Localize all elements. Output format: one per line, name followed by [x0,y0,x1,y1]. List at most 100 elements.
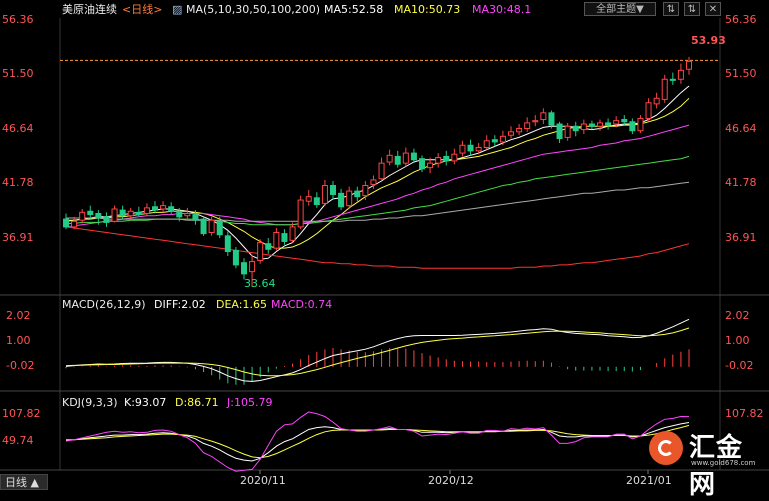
candle-body [483,140,490,148]
candle-body [281,233,288,242]
macd-tick-left: 1.00 [6,334,31,347]
candle-body [273,231,280,249]
ma-settings-icon[interactable]: ▨ [172,3,182,17]
candle-body [653,97,660,105]
low-price-label: 33.64 [244,277,276,290]
brand-logo: 汇金网 www.gold678.com [647,427,764,500]
candle-body [143,207,150,214]
logo-url: www.gold678.com [691,459,756,467]
candle-body [532,120,539,123]
candle-body [192,214,199,221]
candle-body [669,78,676,81]
candle-body [119,209,126,217]
candle-body [103,216,110,223]
price-tick-right: 51.50 [725,67,757,80]
chart-canvas [0,0,769,490]
price-tick-left: 41.78 [2,176,34,189]
price-tick-left: 46.64 [2,122,34,135]
candle-body [216,220,223,236]
x-tick: 2020/12 [428,474,474,487]
candle [297,195,304,230]
kdj-tick-left: 107.82 [2,407,41,420]
candle-body [677,69,684,80]
candle-body [402,152,409,164]
candle-body [305,196,312,202]
candle-body [524,122,531,129]
candle-body [71,220,78,228]
candle-body [62,218,70,228]
candle-body [491,139,498,143]
candle-body [151,206,159,211]
candle-body [588,123,595,127]
candle-body [548,112,555,126]
candle-body [596,122,604,127]
candle-body [87,210,94,216]
price-tick-right: 36.91 [725,231,757,244]
candle-body [184,212,191,217]
price-tick-left: 51.50 [2,67,34,80]
period-label[interactable]: <日线> [122,3,162,17]
macd-label: MACD(26,12,9) [62,298,146,311]
kdj-tick-left: 49.74 [2,434,34,447]
candle-body [435,157,442,164]
candle-body [370,179,377,185]
candle-body [257,242,264,261]
candle-body [572,125,579,132]
instrument-name: 美原油连续 [62,3,117,16]
ma10-value: MA10:50.73 [394,3,461,16]
macd-dea-value: DEA:1.65 [216,298,267,311]
candle-body [127,210,134,217]
candle-body [362,185,369,197]
macd-tick-right: -0.02 [725,359,754,372]
candle-body [378,162,385,180]
last-price-label: 53.93 [691,34,726,47]
candle-body [467,144,474,152]
candle [200,216,207,236]
candle-body [661,78,668,100]
candle-body [386,154,393,163]
candle-body [111,208,118,222]
x-tick: 2020/11 [240,474,286,487]
period-tab[interactable]: 日线 ▲ [0,474,48,490]
kdj-d-value: D:86.71 [175,396,219,409]
candle-body [95,212,102,219]
candle-body [346,190,353,207]
candle-body [418,158,426,170]
candle-body [629,121,636,132]
price-tick-left: 56.36 [2,13,34,26]
macd-tick-left: 2.02 [6,309,31,322]
price-tick-right: 41.78 [725,176,757,189]
candle [257,239,264,264]
candle-body [265,243,272,250]
candle-body [200,218,207,235]
ma5-value: MA5:52.58 [324,3,384,16]
sort-icon[interactable]: ⇅ [663,2,679,16]
expand-icon[interactable]: ⇅ [684,2,700,16]
candle-body [613,120,620,125]
candle-body [443,155,450,162]
candle-body [475,146,482,152]
ma30-value: MA30:48.1 [472,3,532,16]
candle-body [540,112,547,121]
candle-body [313,197,320,206]
candle-body [354,190,361,198]
candle-body [621,119,628,123]
logo-icon [649,431,683,465]
candle-body [427,162,434,169]
close-icon[interactable]: ✕ [705,2,721,16]
candle-body [580,123,587,131]
chart-stage: 美原油连续 <日线> ▨ MA(5,10,30,50,100,200) MA5:… [0,0,769,500]
candle-body [321,185,328,204]
candle-body [338,192,345,208]
panel-borders [0,0,769,490]
candle-body [289,226,296,241]
ma-params: MA(5,10,30,50,100,200) [186,3,321,16]
candle-body [499,135,506,143]
candle-body [79,211,86,221]
kdj-j-value: J:105.79 [227,396,273,409]
macd-macd-value: MACD:0.74 [271,298,333,311]
theme-select[interactable]: 全部主题▼ [584,2,656,16]
candle-body [160,205,167,210]
candle [661,74,668,103]
macd-tick-left: -0.02 [6,359,35,372]
